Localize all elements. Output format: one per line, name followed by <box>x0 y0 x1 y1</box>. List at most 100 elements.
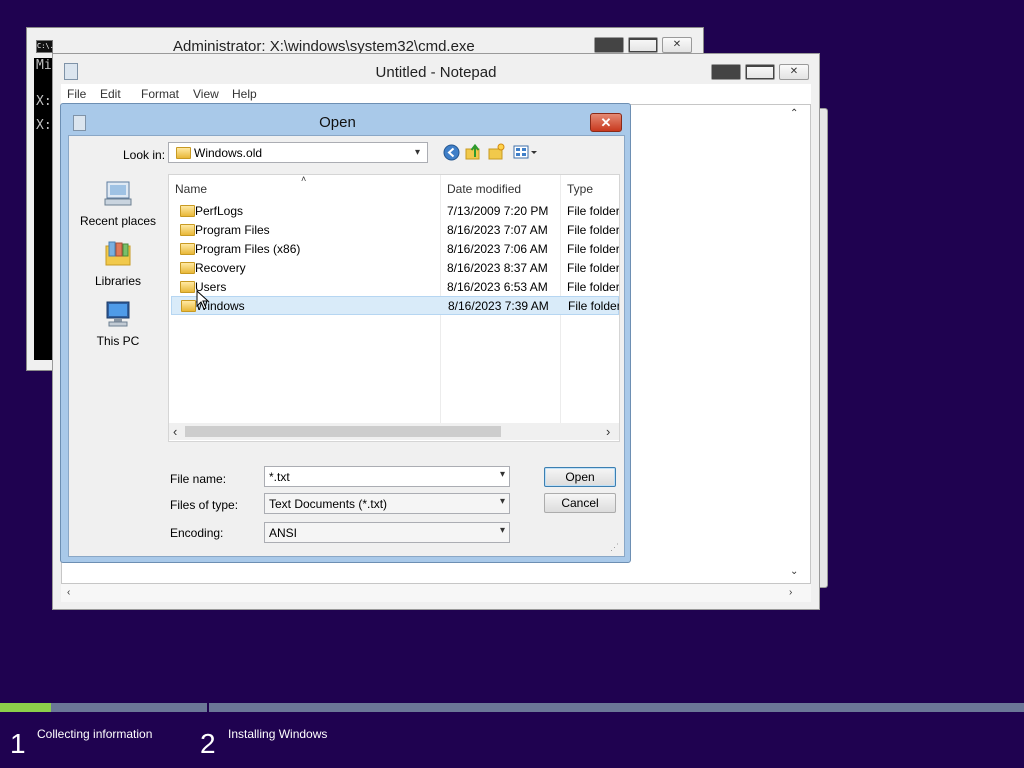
scroll-left-icon[interactable]: ‹ <box>67 587 70 598</box>
setup-progress-fill <box>0 703 51 712</box>
open-button[interactable]: Open <box>544 467 616 487</box>
step-label-collecting-information: Collecting information <box>37 727 153 741</box>
notepad-minimize-button[interactable] <box>711 64 741 80</box>
maximize-icon <box>629 38 657 52</box>
file-name: Program Files (x86) <box>195 242 301 256</box>
file-row[interactable]: Program Files 8/16/2023 7:07 AM File fol… <box>171 220 619 239</box>
dialog-title: Open <box>319 114 356 131</box>
chevron-down-icon[interactable]: ▾ <box>500 496 505 507</box>
folder-icon <box>180 205 195 217</box>
cmd-close-button[interactable]: ✕ <box>662 37 692 53</box>
folder-icon <box>180 281 195 293</box>
step-number-1: 1 <box>10 728 26 759</box>
file-type: File folder <box>567 280 620 294</box>
open-dialog[interactable]: Open ✕ Look in: Windows.old ▾ Recent pla… <box>60 103 631 563</box>
scroll-right-icon[interactable]: › <box>606 424 610 439</box>
setup-progress-separator <box>207 703 209 712</box>
sort-ascending-icon: ˄ <box>301 174 307 184</box>
file-date: 8/16/2023 7:07 AM <box>447 223 548 237</box>
file-name: Program Files <box>195 223 270 237</box>
files-of-type-select[interactable]: Text Documents (*.txt) ▾ <box>264 493 510 514</box>
file-name-label: File name: <box>170 472 227 486</box>
dialog-client-area: Look in: Windows.old ▾ Recent places Lib… <box>68 135 625 557</box>
close-icon: ✕ <box>672 39 682 50</box>
place-this-pc[interactable]: This PC <box>78 300 158 350</box>
minimize-icon <box>712 65 740 79</box>
console-line: X: <box>36 118 52 133</box>
cmd-minimize-button[interactable] <box>594 37 624 53</box>
notepad-vertical-scrollbar[interactable]: ⌃ ⌄ <box>786 106 804 580</box>
file-type: File folder <box>568 299 620 313</box>
file-date: 7/13/2009 7:20 PM <box>447 204 549 218</box>
look-in-combobox[interactable]: Windows.old ▾ <box>168 142 428 163</box>
notepad-maximize-button[interactable] <box>745 64 775 80</box>
mouse-cursor-icon <box>196 290 210 310</box>
up-one-level-icon[interactable] <box>465 143 482 160</box>
console-line: X: <box>36 94 52 109</box>
chevron-down-icon[interactable]: ▾ <box>500 469 505 480</box>
chevron-down-icon[interactable]: ▾ <box>500 525 505 536</box>
console-line: Mi <box>36 58 52 73</box>
close-icon: ✕ <box>600 115 612 130</box>
this-pc-icon <box>106 301 130 327</box>
step-number-2: 2 <box>200 728 216 759</box>
file-date: 8/16/2023 8:37 AM <box>447 261 548 275</box>
file-name: Recovery <box>195 261 246 275</box>
encoding-value: ANSI <box>269 526 298 540</box>
scroll-up-icon[interactable]: ⌃ <box>790 108 798 119</box>
place-label: Recent places <box>79 214 157 228</box>
notepad-horizontal-scrollbar[interactable]: ‹ › <box>61 584 811 602</box>
column-header-name[interactable]: Name <box>175 182 207 196</box>
notepad-menubar: File Edit Format View Help <box>61 84 811 104</box>
cmd-maximize-button[interactable] <box>628 37 658 53</box>
file-list-view[interactable]: Name ˄ Date modified Type PerfLogs 7/13/… <box>168 174 620 442</box>
setup-progress-track <box>0 703 1024 712</box>
file-row-selected[interactable]: Windows 8/16/2023 7:39 AM File folder <box>171 296 619 315</box>
resize-grip-icon[interactable]: ⋰ <box>610 542 619 553</box>
scroll-right-icon[interactable]: › <box>789 587 792 598</box>
files-of-type-label: Files of type: <box>170 498 239 512</box>
place-recent-places[interactable]: Recent places <box>78 180 158 230</box>
menu-file[interactable]: File <box>67 87 86 101</box>
column-header-date-modified[interactable]: Date modified <box>447 182 521 196</box>
encoding-select[interactable]: ANSI ▾ <box>264 522 510 543</box>
menu-help[interactable]: Help <box>232 87 257 101</box>
cancel-button[interactable]: Cancel <box>544 493 616 513</box>
menu-edit[interactable]: Edit <box>100 87 121 101</box>
view-menu-icon[interactable] <box>513 144 539 161</box>
scroll-down-icon[interactable]: ⌄ <box>790 566 798 577</box>
folder-icon <box>180 243 195 255</box>
maximize-icon <box>746 65 774 79</box>
file-date: 8/16/2023 7:39 AM <box>448 299 549 313</box>
files-of-type-value: Text Documents (*.txt) <box>269 497 388 511</box>
step-label-installing-windows: Installing Windows <box>228 727 328 741</box>
scrollbar-thumb[interactable] <box>185 426 501 437</box>
notepad-close-button[interactable]: ✕ <box>779 64 809 80</box>
column-header-type[interactable]: Type <box>567 182 593 196</box>
place-libraries[interactable]: Libraries <box>78 240 158 290</box>
file-row[interactable]: Program Files (x86) 8/16/2023 7:06 AM Fi… <box>171 239 619 258</box>
libraries-icon <box>105 241 131 266</box>
file-type: File folder <box>567 261 620 275</box>
file-row[interactable]: Recovery 8/16/2023 8:37 AM File folder <box>171 258 619 277</box>
file-row[interactable]: Users 8/16/2023 6:53 AM File folder <box>171 277 619 296</box>
chevron-down-icon[interactable]: ▾ <box>415 147 420 158</box>
dialog-close-button[interactable]: ✕ <box>590 113 622 132</box>
menu-view[interactable]: View <box>193 87 219 101</box>
file-type: File folder <box>567 204 620 218</box>
scroll-left-icon[interactable]: ‹ <box>173 424 177 439</box>
file-date: 8/16/2023 6:53 AM <box>447 280 548 294</box>
folder-icon <box>181 300 196 312</box>
cmd-app-icon: C:\. <box>36 40 54 53</box>
file-name-value: *.txt <box>269 470 290 484</box>
menu-format[interactable]: Format <box>141 87 179 101</box>
file-row[interactable]: PerfLogs 7/13/2009 7:20 PM File folder <box>171 201 619 220</box>
folder-icon <box>180 262 195 274</box>
back-icon[interactable] <box>443 144 460 161</box>
file-type: File folder <box>567 223 620 237</box>
file-name-combobox[interactable]: *.txt ▾ <box>264 466 510 487</box>
new-folder-icon[interactable] <box>488 143 505 160</box>
file-list-horizontal-scrollbar[interactable]: ‹ › <box>169 423 619 440</box>
look-in-label: Look in: <box>123 148 166 162</box>
place-label: This PC <box>96 334 140 348</box>
